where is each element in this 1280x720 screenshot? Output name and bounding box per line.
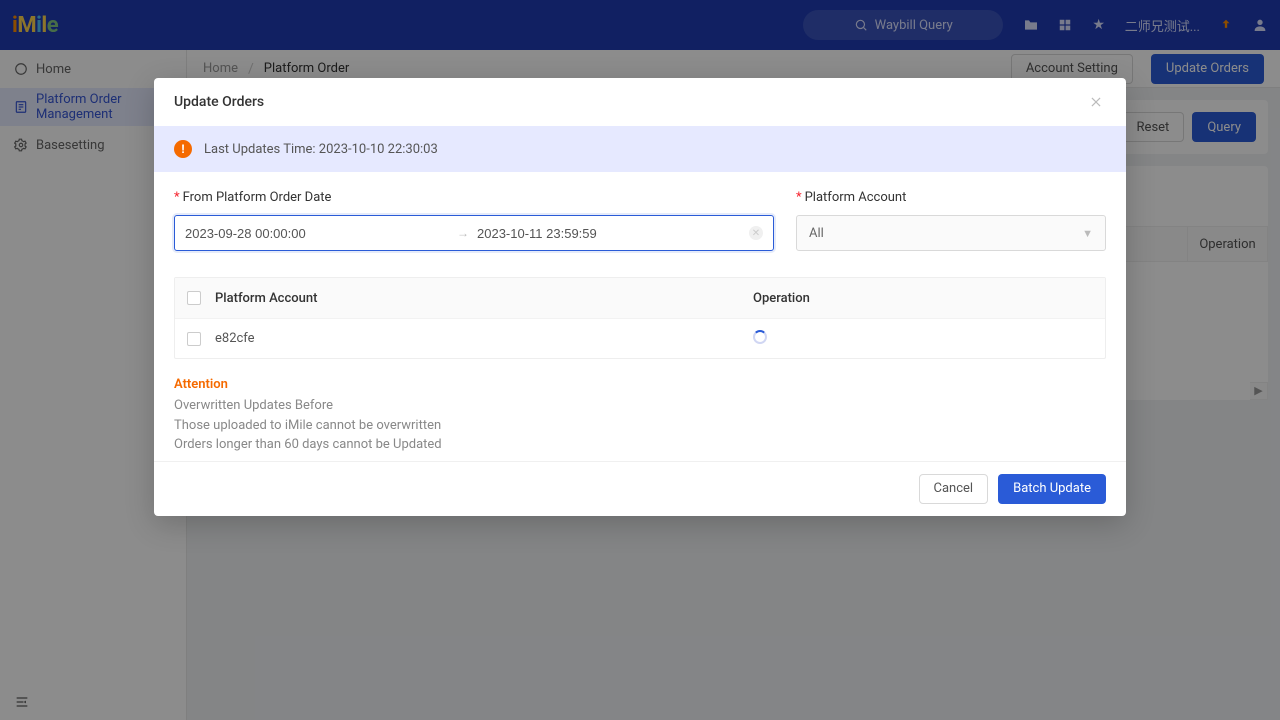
col-header-account: Platform Account <box>215 291 753 306</box>
row-checkbox[interactable] <box>187 332 201 346</box>
attention-title: Attention <box>174 377 1106 392</box>
clear-date-icon[interactable]: ✕ <box>749 226 763 240</box>
attention-line: Those uploaded to iMile cannot be overwr… <box>174 416 1106 436</box>
modal-title: Update Orders <box>174 94 264 110</box>
platform-account-select[interactable]: All ▼ <box>796 215 1106 251</box>
update-orders-modal: Update Orders ! Last Updates Time: 2023-… <box>154 78 1126 516</box>
accounts-table: Platform Account Operation e82cfe <box>174 277 1106 359</box>
row-account: e82cfe <box>215 331 753 346</box>
date-to-input[interactable] <box>477 226 741 241</box>
table-row: e82cfe <box>175 318 1105 358</box>
alert-icon: ! <box>174 140 192 158</box>
attention-line: Overwritten Updates Before <box>174 396 1106 416</box>
arrow-right-icon: → <box>457 226 469 240</box>
date-range-input[interactable]: → ✕ <box>174 215 774 251</box>
col-header-operation: Operation <box>753 291 1093 306</box>
attention-line: Orders longer than 60 days cannot be Upd… <box>174 435 1106 455</box>
date-label: *From Platform Order Date <box>174 190 774 205</box>
loading-icon <box>753 330 767 344</box>
account-label: *Platform Account <box>796 190 1106 205</box>
batch-update-button[interactable]: Batch Update <box>998 474 1106 504</box>
chevron-down-icon: ▼ <box>1082 227 1093 240</box>
modal-close-button[interactable] <box>1086 92 1106 112</box>
select-all-checkbox[interactable] <box>187 291 201 305</box>
cancel-button[interactable]: Cancel <box>919 474 989 504</box>
last-updates-text: Last Updates Time: 2023-10-10 22:30:03 <box>204 142 438 157</box>
attention-block: Attention Overwritten Updates Before Tho… <box>174 377 1106 455</box>
select-value: All <box>809 226 824 241</box>
last-updates-banner: ! Last Updates Time: 2023-10-10 22:30:03 <box>154 126 1126 172</box>
date-from-input[interactable] <box>185 226 449 241</box>
